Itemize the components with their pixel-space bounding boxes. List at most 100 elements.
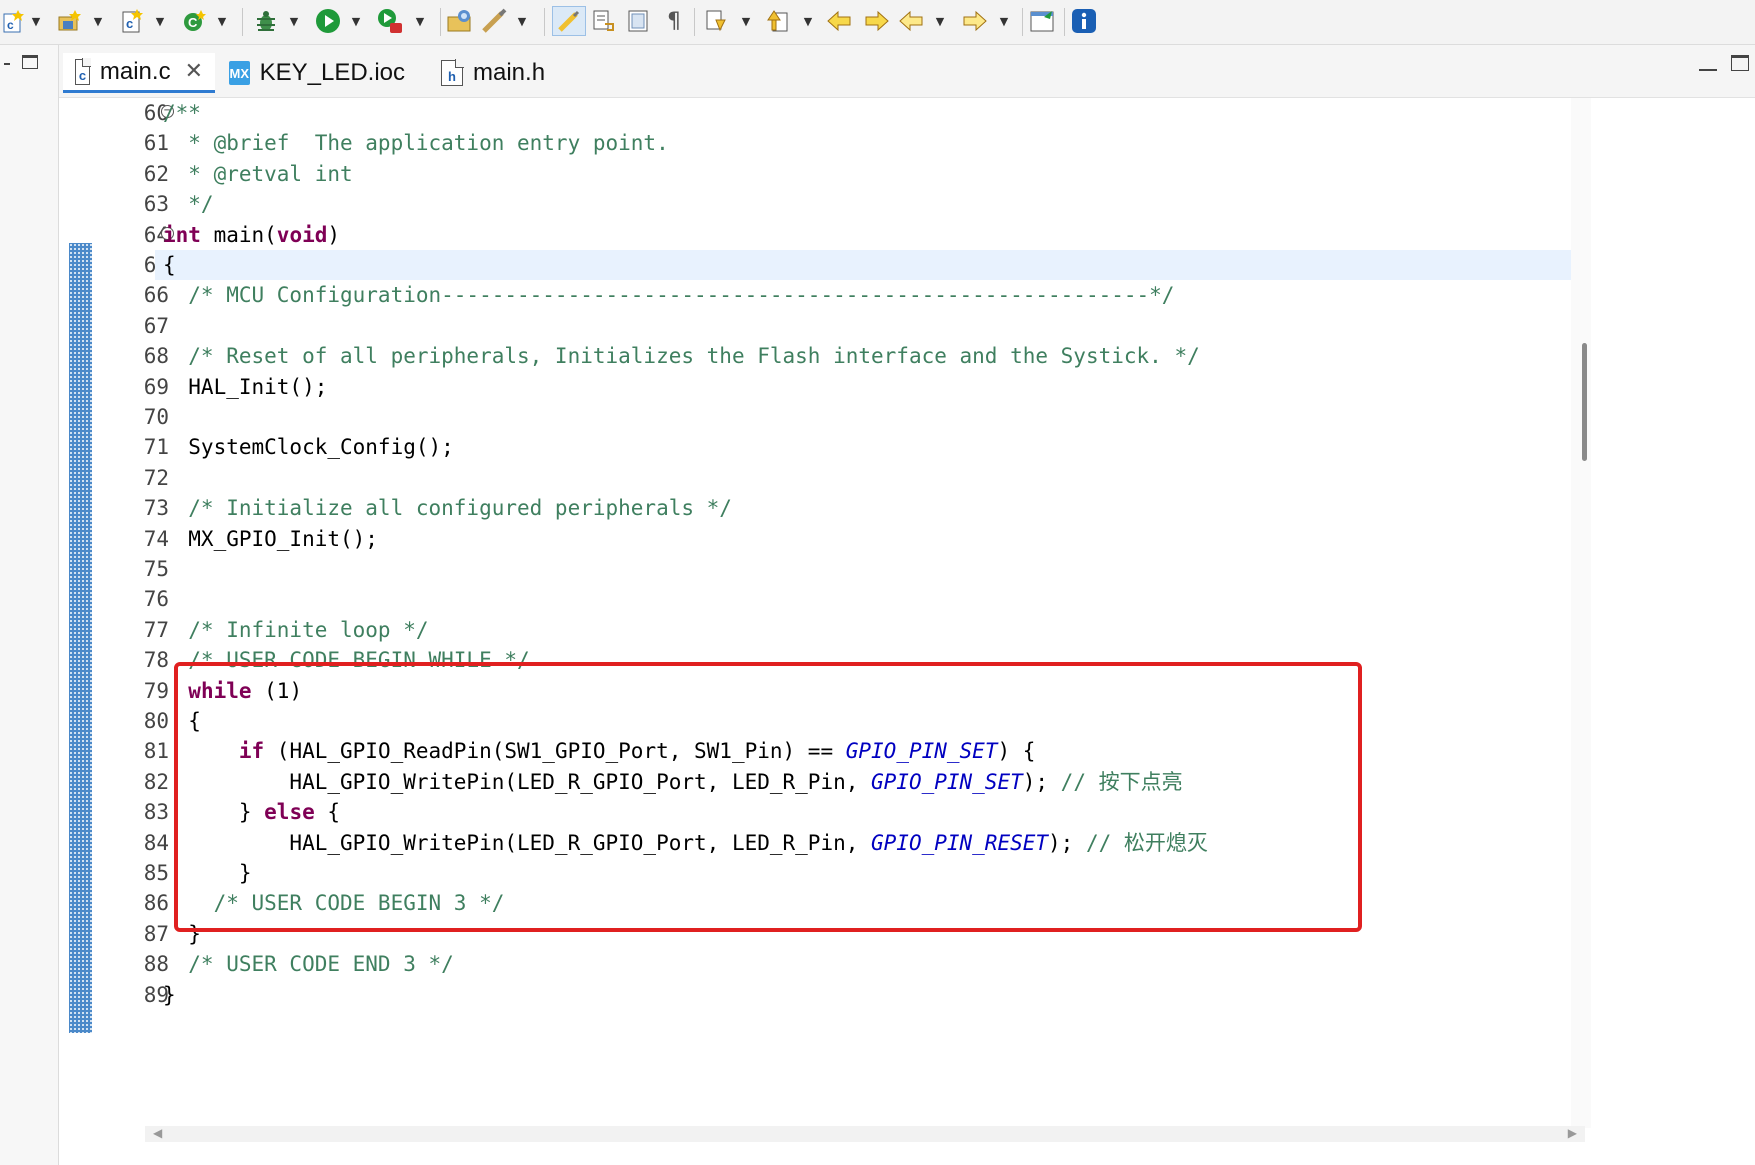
comment-token: /* Infinite loop */ [163, 617, 429, 642]
tab-main-c[interactable]: c main.c ✕ [63, 53, 215, 93]
code-line[interactable]: MX_GPIO_Init(); [155, 524, 1589, 554]
keyword-token: void [276, 222, 328, 247]
run-dropdown[interactable]: ▼ [348, 6, 364, 36]
new-c-class-button[interactable]: c [118, 6, 146, 36]
code-line[interactable]: /* USER CODE END 3 */ [155, 949, 1589, 979]
maximize-icon[interactable] [22, 55, 38, 69]
show-whitespace-button[interactable]: ¶ [660, 6, 688, 36]
keyword-token: else [264, 800, 315, 825]
run-button[interactable] [314, 6, 342, 36]
open-perspective-button[interactable] [1028, 6, 1056, 36]
comment-token: // 按下点亮 [1060, 769, 1183, 794]
code-token: ) [327, 222, 341, 247]
code-line[interactable]: while (1) [155, 676, 1589, 706]
run-configuration-icon [376, 7, 404, 35]
highlight-button[interactable] [480, 6, 508, 36]
code-line[interactable] [155, 402, 1589, 432]
toggle-mark-button[interactable] [552, 6, 586, 36]
open-project-button[interactable] [446, 6, 474, 36]
code-line[interactable]: /* MCU Configuration--------------------… [155, 280, 1589, 310]
chevron-down-icon: ▼ [517, 14, 527, 28]
scrollbar-thumb[interactable] [1582, 343, 1587, 461]
code-editor[interactable]: 60−61626364−6566676869707172737475767778… [59, 98, 1755, 1165]
next-annotation-dropdown[interactable]: ▼ [738, 6, 754, 36]
horizontal-scrollbar[interactable]: ◀ ▶ [145, 1126, 1585, 1142]
forward-dropdown[interactable]: ▼ [996, 6, 1012, 36]
back-button[interactable] [898, 6, 926, 36]
new-configuration-dropdown[interactable]: ▼ [214, 6, 230, 36]
chevron-down-icon: ▼ [803, 14, 813, 28]
tab-label: main.h [473, 59, 546, 86]
code-line[interactable]: } [155, 980, 1589, 1010]
code-line-text: * @retval int [163, 159, 352, 189]
previous-annotation-button[interactable] [764, 6, 792, 36]
new-c-project-button[interactable]: c [0, 6, 28, 36]
comment-token: /* USER CODE END 3 */ [163, 952, 454, 977]
code-line[interactable]: /* USER CODE BEGIN 3 */ [155, 888, 1589, 918]
code-line[interactable]: } [155, 919, 1589, 949]
tab-main-h[interactable]: h main.h [429, 53, 569, 93]
new-source-folder-dropdown[interactable]: ▼ [90, 6, 106, 36]
code-line[interactable]: HAL_GPIO_WritePin(LED_R_GPIO_Port, LED_R… [155, 767, 1589, 797]
code-line[interactable]: * @brief The application entry point. [155, 128, 1589, 158]
code-line-text: /* USER CODE END 3 */ [163, 949, 454, 979]
last-edit-button[interactable] [826, 6, 854, 36]
code-line[interactable]: } else { [155, 797, 1589, 827]
comment-token: /** [163, 101, 201, 125]
code-line[interactable]: * @retval int [155, 159, 1589, 189]
code-line[interactable]: HAL_GPIO_WritePin(LED_R_GPIO_Port, LED_R… [155, 828, 1589, 858]
code-line[interactable]: /* USER CODE BEGIN WHILE */ [155, 645, 1589, 675]
forward-button[interactable] [960, 6, 988, 36]
new-c-project-dropdown[interactable]: ▼ [28, 6, 44, 36]
code-line[interactable]: int main(void) [155, 220, 1589, 250]
chevron-down-icon: ▼ [155, 14, 165, 28]
run-configuration-dropdown[interactable]: ▼ [412, 6, 428, 36]
code-line[interactable]: } [155, 858, 1589, 888]
code-area[interactable]: /** * @brief The application entry point… [155, 98, 1589, 1138]
info-button[interactable] [1070, 6, 1098, 36]
chevron-down-icon: ▼ [415, 14, 425, 28]
minimize-icon[interactable] [1699, 59, 1717, 71]
debug-dropdown[interactable]: ▼ [286, 6, 302, 36]
show-source-button[interactable] [624, 6, 652, 36]
code-line[interactable]: /* Reset of all peripherals, Initializes… [155, 341, 1589, 371]
highlight-dropdown[interactable]: ▼ [514, 6, 530, 36]
code-line[interactable] [155, 584, 1589, 614]
previous-annotation-dropdown[interactable]: ▼ [800, 6, 816, 36]
code-line[interactable]: HAL_Init(); [155, 372, 1589, 402]
tab-label: main.c [99, 57, 171, 85]
code-line[interactable] [155, 554, 1589, 584]
toggle-block-button[interactable] [590, 6, 618, 36]
code-line[interactable]: /* Initialize all configured peripherals… [155, 493, 1589, 523]
code-line[interactable]: SystemClock_Config(); [155, 432, 1589, 462]
minimize-icon[interactable] [4, 63, 10, 65]
tab-key-led-ioc[interactable]: MX KEY_LED.ioc [217, 53, 417, 93]
vertical-scrollbar[interactable] [1571, 98, 1591, 1128]
chevron-down-icon: ▼ [93, 14, 103, 28]
scroll-right-icon[interactable]: ▶ [1568, 1126, 1577, 1140]
scroll-left-icon[interactable]: ◀ [153, 1126, 162, 1140]
next-annotation-button[interactable] [702, 6, 730, 36]
macro-token: GPIO_PIN_SET [845, 739, 998, 764]
debug-button[interactable] [252, 6, 280, 36]
new-configuration-button[interactable]: C [180, 6, 208, 36]
next-edit-button[interactable] [862, 6, 890, 36]
code-line[interactable] [155, 463, 1589, 493]
new-c-class-dropdown[interactable]: ▼ [152, 6, 168, 36]
back-dropdown[interactable]: ▼ [932, 6, 948, 36]
code-line[interactable]: if (HAL_GPIO_ReadPin(SW1_GPIO_Port, SW1_… [155, 736, 1589, 766]
code-line[interactable]: /** [155, 98, 1589, 128]
maximize-icon[interactable] [1731, 55, 1749, 71]
code-line-text: MX_GPIO_Init(); [163, 524, 378, 554]
forward-icon [960, 7, 988, 35]
code-line[interactable] [155, 311, 1589, 341]
h-file-icon: h [441, 59, 464, 86]
code-line[interactable]: */ [155, 189, 1589, 219]
code-line[interactable]: { [155, 250, 1589, 280]
code-line[interactable]: /* Infinite loop */ [155, 615, 1589, 645]
new-source-folder-button[interactable] [56, 6, 84, 36]
close-icon[interactable]: ✕ [185, 59, 203, 84]
code-line[interactable]: { [155, 706, 1589, 736]
run-configuration-button[interactable] [376, 6, 404, 36]
